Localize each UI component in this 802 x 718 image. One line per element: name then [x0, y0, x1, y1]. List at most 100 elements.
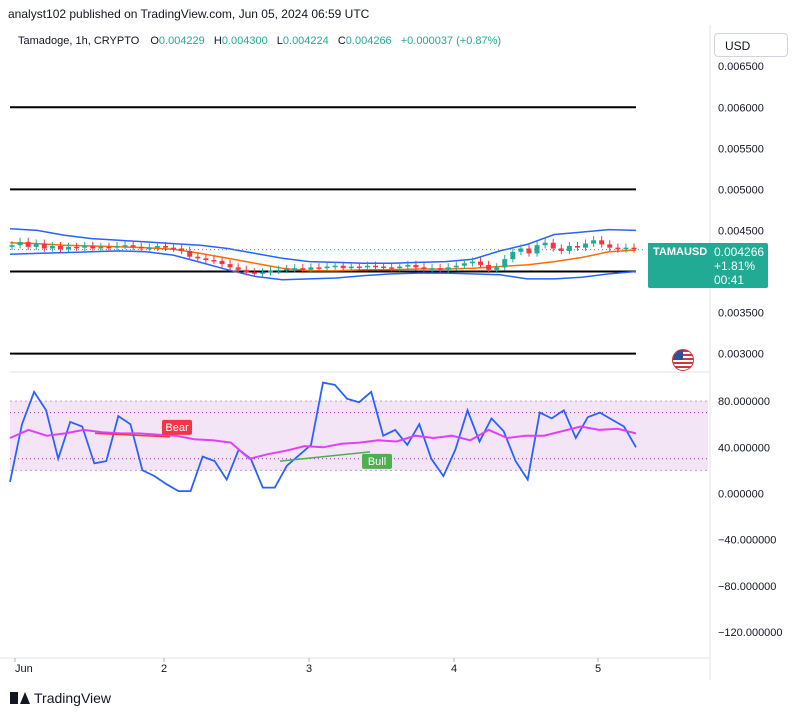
candle-body — [583, 243, 589, 248]
candle — [33, 239, 39, 251]
candle — [49, 241, 55, 252]
candle — [179, 244, 185, 255]
candle-body — [429, 268, 435, 270]
candle — [66, 242, 72, 253]
candle — [607, 240, 613, 251]
lower-band-line — [9, 250, 637, 281]
candle-body — [574, 246, 580, 248]
candle-body — [599, 240, 605, 245]
candle — [631, 243, 637, 253]
candle-body — [17, 241, 23, 246]
candle — [583, 239, 589, 251]
candle-body — [292, 268, 298, 270]
candle-body — [195, 256, 201, 259]
horizontal-levels — [10, 106, 636, 355]
price-tick-label: 0.005500 — [718, 143, 764, 155]
candle-body — [154, 246, 160, 248]
price-tick-label: 0.006500 — [718, 61, 764, 73]
candle — [90, 241, 96, 252]
candle-body — [494, 267, 500, 270]
candle — [138, 242, 144, 252]
candle-body — [284, 269, 290, 271]
price-axis: 0.006500 0.006000 0.005500 0.005000 0.004500… — [718, 61, 764, 360]
candle — [526, 244, 532, 257]
bull-label: Bull — [368, 456, 386, 468]
candle-body — [41, 243, 47, 249]
candle-body — [259, 272, 265, 274]
bear-label: Bear — [165, 422, 189, 434]
candle-body — [106, 246, 112, 249]
candle — [478, 257, 484, 269]
grid — [0, 25, 711, 680]
candle-body — [219, 260, 225, 265]
price-tick-label: 0.003500 — [718, 308, 764, 320]
price-tick-label: 0.005000 — [718, 184, 764, 196]
middle-band-line — [9, 241, 637, 272]
tradingview-brand: TradingView — [34, 690, 112, 706]
candle-body — [251, 272, 257, 274]
price-tag-change: +1.81% — [714, 259, 756, 273]
candle-body — [98, 246, 104, 249]
candle — [130, 241, 136, 251]
candle-body — [267, 270, 273, 273]
candle-body — [130, 245, 136, 247]
candle — [57, 241, 63, 253]
candle-body — [332, 265, 338, 268]
candle-body — [510, 251, 516, 260]
candle-body — [211, 259, 217, 262]
candle-body — [478, 261, 484, 265]
candle-body — [397, 266, 403, 269]
candle-body — [9, 245, 15, 247]
candle-body — [405, 264, 411, 267]
candle — [227, 259, 233, 271]
candle-body — [356, 266, 362, 269]
time-tick-label: 2 — [161, 663, 167, 675]
candle — [558, 244, 564, 255]
candle-body — [90, 246, 96, 249]
candle-body — [566, 246, 572, 251]
candle-body — [502, 259, 508, 268]
price-tag-countdown: 00:41 — [714, 273, 745, 287]
candle — [25, 237, 31, 251]
candle-body — [122, 245, 128, 247]
candle — [502, 255, 508, 271]
candle — [259, 268, 265, 277]
candle — [542, 238, 548, 249]
candle-body — [631, 247, 637, 250]
oscillator-tick-label: 40.000000 — [718, 442, 770, 454]
candle — [591, 236, 597, 247]
price-tick-label: 0.004500 — [718, 225, 764, 237]
candle-body — [542, 242, 548, 246]
candle-body — [437, 268, 443, 270]
candle-body — [340, 265, 346, 269]
candle — [187, 246, 193, 260]
candle-body — [162, 246, 168, 248]
oscillator-tick-label: −40.000000 — [718, 535, 776, 547]
candle-body — [235, 267, 241, 270]
candle-body — [114, 246, 120, 248]
oscillator-tick-label: 80.000000 — [718, 396, 770, 408]
stochastic-oscillator: Bear Bull — [9, 381, 708, 492]
candle — [171, 243, 177, 252]
price-tag-values: 0.004266 +1.81% 00:41 — [714, 245, 764, 287]
candle — [211, 255, 217, 265]
candle-body — [364, 265, 370, 268]
candle-body — [623, 247, 629, 250]
candle — [98, 242, 104, 252]
candle-body — [33, 243, 39, 247]
candle-body — [453, 265, 459, 268]
time-axis: Jun 2 3 4 5 — [14, 658, 601, 675]
candle-body — [146, 247, 152, 250]
candle-body — [227, 264, 233, 268]
candle-body — [300, 268, 306, 270]
candle-body — [558, 248, 564, 251]
candle — [17, 237, 23, 249]
candle-body — [57, 246, 63, 250]
candle-body — [607, 244, 613, 248]
candle-body — [486, 264, 492, 270]
candle-body — [25, 241, 31, 247]
candle-body — [469, 261, 475, 264]
oscillator-tick-label: −80.000000 — [718, 581, 776, 593]
tradingview-logo[interactable]: TradingView — [10, 690, 111, 706]
candle — [203, 254, 209, 264]
